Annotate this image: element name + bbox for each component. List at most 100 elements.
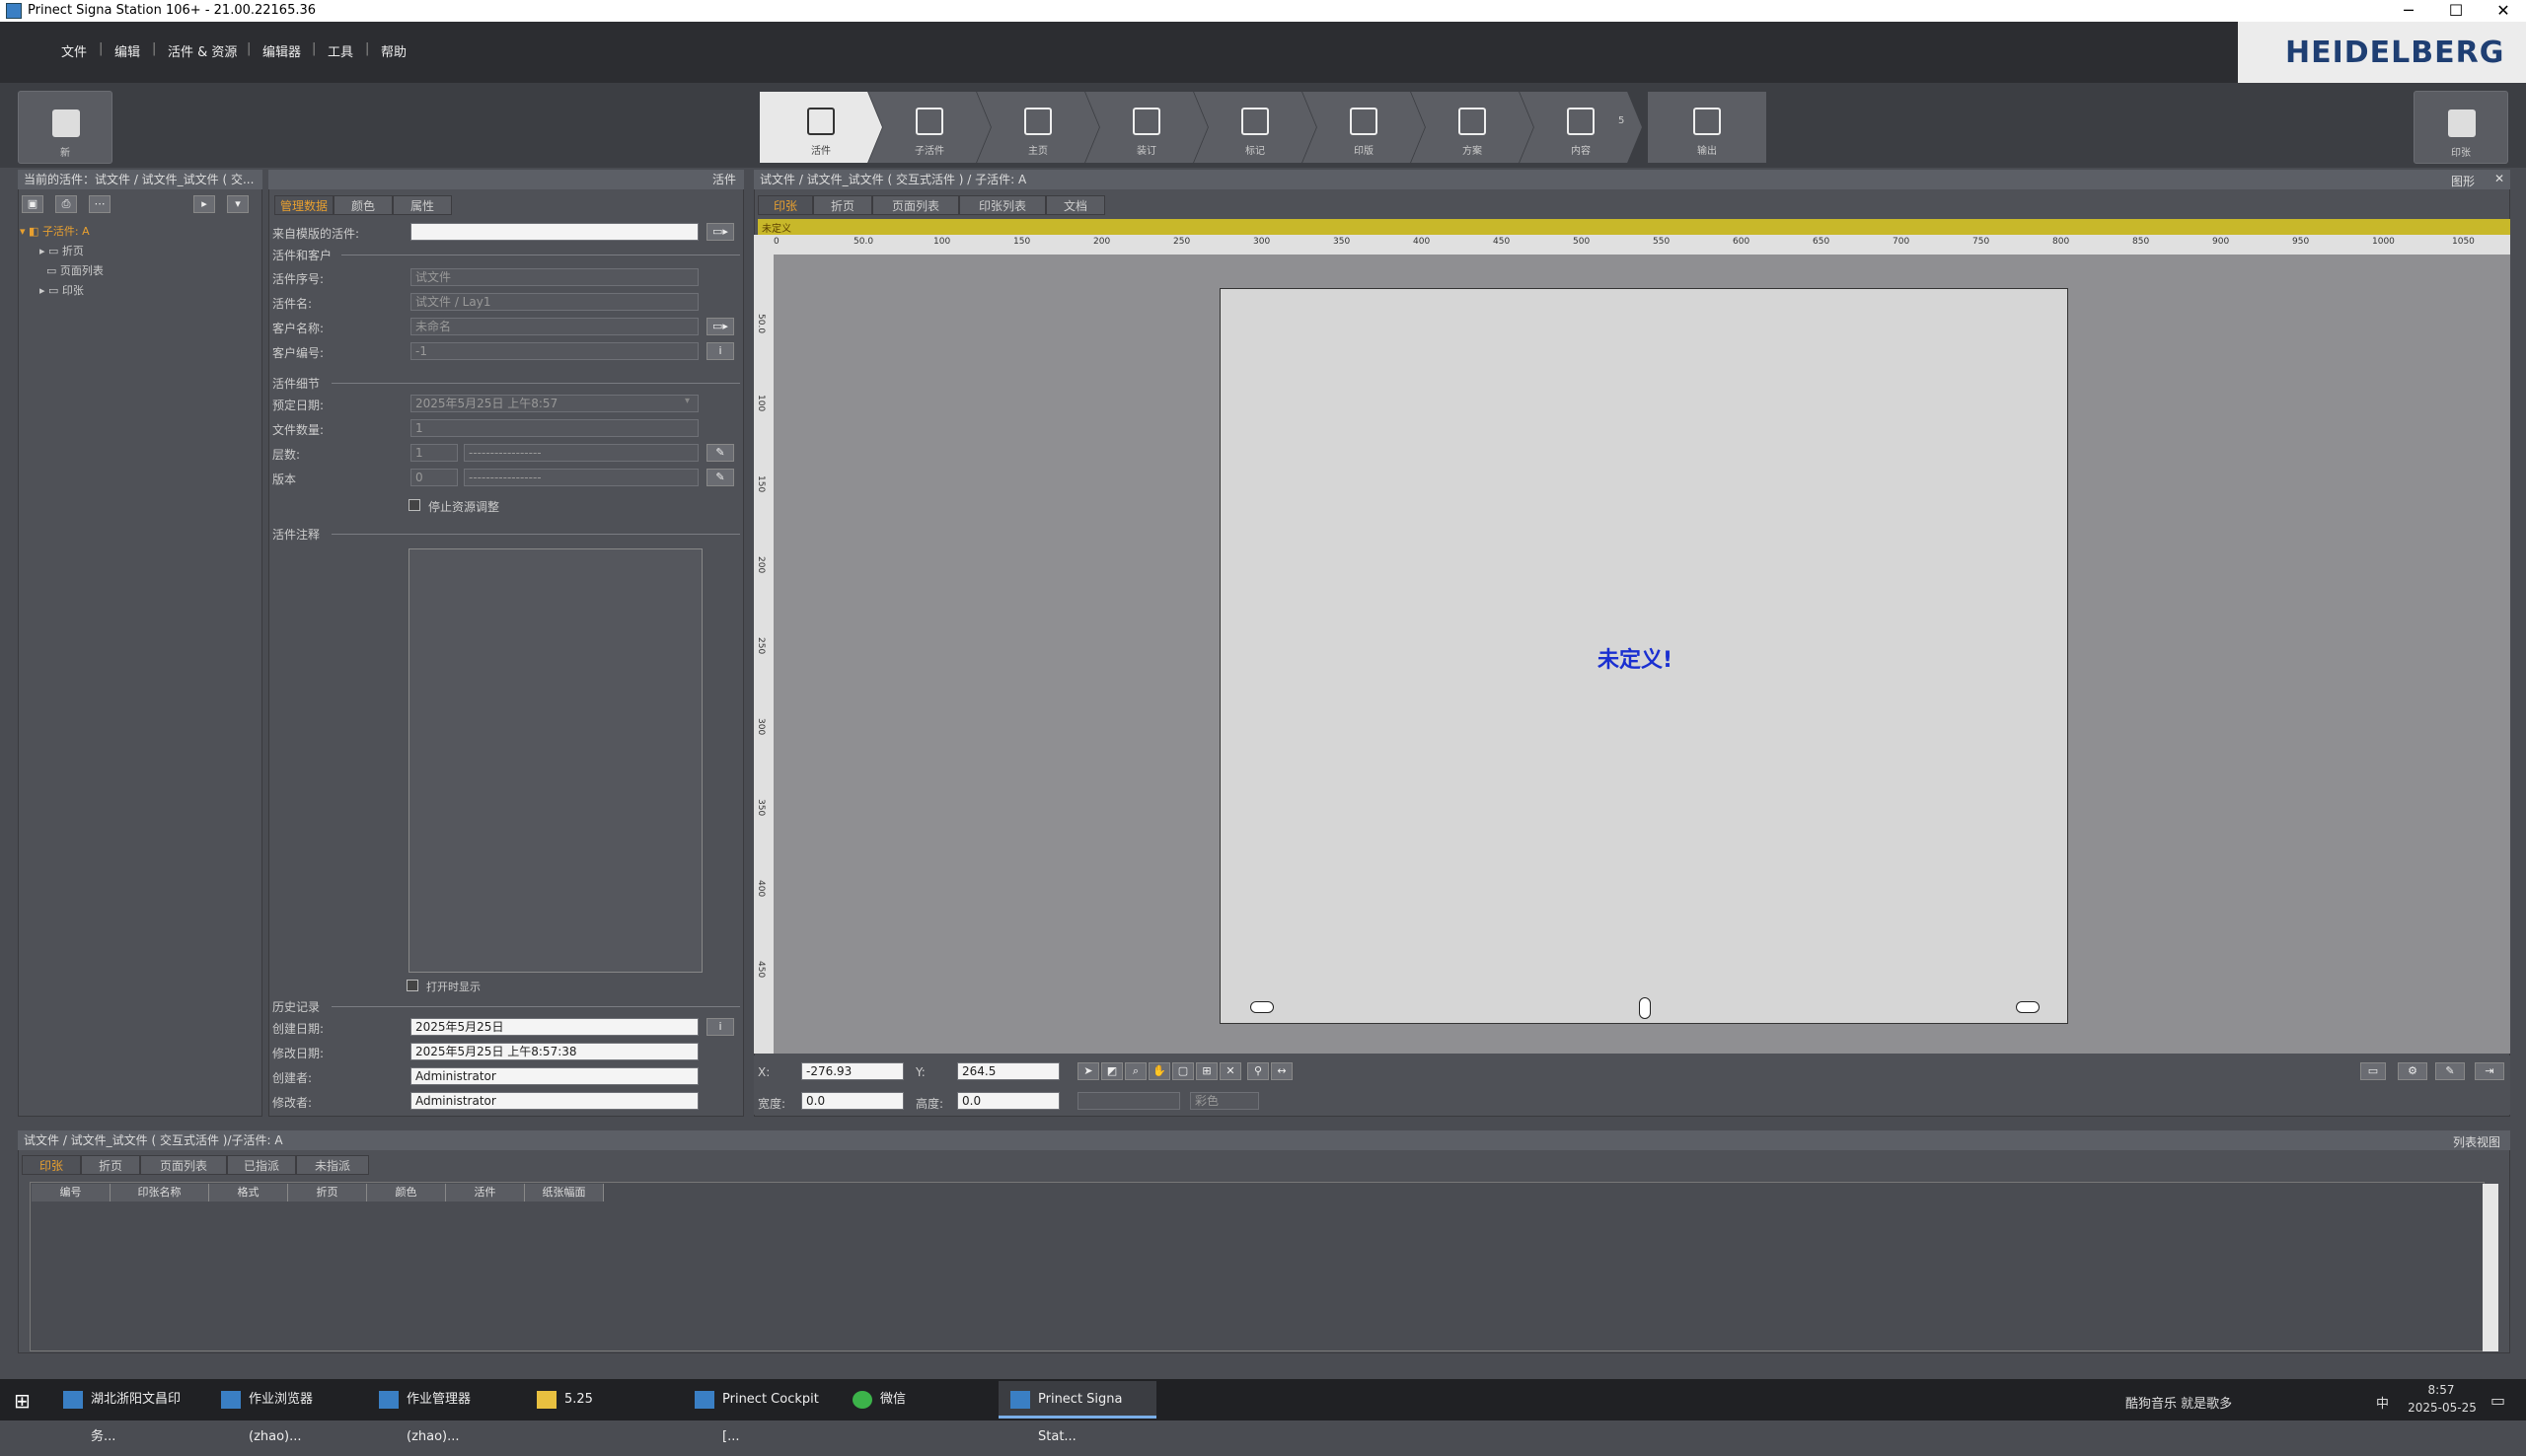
gripper-left-icon[interactable]	[1250, 1001, 1274, 1013]
file-count-field[interactable]: 1	[410, 419, 699, 437]
layers-select[interactable]: -----------------	[464, 444, 699, 462]
workflow-output[interactable]: 输出	[1648, 92, 1766, 163]
select-tool-icon[interactable]: ◩	[1101, 1062, 1123, 1080]
menu-jobs-resources[interactable]: 活件 & 资源	[168, 41, 237, 60]
tab-document[interactable]: 文档	[1046, 195, 1105, 215]
col-folding[interactable]: 折页	[288, 1184, 367, 1201]
due-date-field[interactable]: 2025年5月25日 上午8:57	[410, 395, 699, 412]
taskbar-item-job-browser[interactable]: 作业浏览器 (zhao)...	[209, 1381, 363, 1444]
layers-edit-icon[interactable]: ✎	[706, 444, 734, 462]
taskbar-item-wechat[interactable]: 微信	[841, 1381, 995, 1419]
print-sheet-button[interactable]: 印张	[2414, 91, 2508, 164]
version-edit-icon[interactable]: ✎	[706, 469, 734, 486]
taskbar-item-folder[interactable]: 5.25	[525, 1381, 679, 1419]
dropdown-icon[interactable]: ▾	[227, 195, 249, 213]
color-mode-select[interactable]: 彩色	[1190, 1092, 1259, 1110]
height-field[interactable]: 0.0	[957, 1092, 1060, 1110]
stop-resource-checkbox[interactable]	[409, 499, 420, 511]
job-name-field[interactable]: 试文件 / Lay1	[410, 293, 699, 311]
col-sheet-name[interactable]: 印张名称	[111, 1184, 209, 1201]
save-icon[interactable]: ▣	[22, 195, 43, 213]
gripper-center-icon[interactable]	[1639, 997, 1651, 1019]
tab-list-assigned[interactable]: 已指派	[227, 1155, 296, 1175]
workflow-binding[interactable]: 装订	[1085, 92, 1208, 163]
fit-tool-icon[interactable]: ⊞	[1196, 1062, 1218, 1080]
x-coordinate-field[interactable]: -276.93	[801, 1062, 904, 1080]
tab-admin-data[interactable]: 管理数据	[274, 195, 334, 215]
taskbar-item-signa[interactable]: Prinect Signa Stat...	[999, 1381, 1156, 1444]
tree-item-page-list[interactable]: ▭ 页面列表	[39, 262, 104, 278]
settings-icon[interactable]: ⚙	[2398, 1062, 2427, 1080]
zoom-tool-icon[interactable]: ⌕	[1125, 1062, 1147, 1080]
col-color[interactable]: 颜色	[367, 1184, 446, 1201]
layers-field[interactable]: 1	[410, 444, 458, 462]
graphic-close-icon[interactable]: ✕	[2494, 172, 2504, 185]
version-field[interactable]: 0	[410, 469, 458, 486]
edit-icon[interactable]: ✎	[2435, 1062, 2465, 1080]
info-icon[interactable]: i	[706, 342, 734, 360]
tab-page-list[interactable]: 页面列表	[872, 195, 959, 215]
width-field[interactable]: 0.0	[801, 1092, 904, 1110]
customer-number-field[interactable]: -1	[410, 342, 699, 360]
tab-list-sheet[interactable]: 印张	[22, 1155, 81, 1175]
sheet-preview[interactable]: 未定义!	[1220, 288, 2068, 1024]
print-icon[interactable]: ⎙	[55, 195, 77, 213]
col-number[interactable]: 编号	[32, 1184, 111, 1201]
workflow-plate[interactable]: 印版	[1302, 92, 1425, 163]
customer-name-field[interactable]: 未命名	[410, 318, 699, 335]
hand-tool-icon[interactable]: ✋	[1149, 1062, 1170, 1080]
ime-indicator[interactable]: 中	[2376, 1393, 2389, 1412]
notification-icon[interactable]: ▭	[2490, 1391, 2505, 1410]
col-job[interactable]: 活件	[446, 1184, 525, 1201]
tree-item-folding[interactable]: ▸ ▭ 折页	[39, 243, 84, 258]
tab-colors[interactable]: 颜色	[334, 195, 393, 215]
gripper-right-icon[interactable]	[2016, 1001, 2040, 1013]
forward-icon[interactable]: ▸	[193, 195, 215, 213]
menu-file[interactable]: 文件	[61, 41, 87, 60]
version-select[interactable]: -----------------	[464, 469, 699, 486]
tree-root[interactable]: ▾ ◧ 子活件: A	[20, 223, 90, 239]
tab-properties[interactable]: 属性	[393, 195, 452, 215]
workflow-subjob[interactable]: 子活件	[868, 92, 991, 163]
minimize-button[interactable]: ─	[2386, 0, 2431, 22]
view-toggle-icon[interactable]: ▭	[2360, 1062, 2386, 1080]
due-date-dropdown-icon[interactable]: ▾	[685, 396, 690, 406]
tab-sheet[interactable]: 印张	[758, 195, 813, 215]
history-info-icon[interactable]: i	[706, 1018, 734, 1036]
template-browse-icon[interactable]: ▭▸	[706, 223, 734, 241]
workflow-content[interactable]: 5 内容	[1520, 92, 1642, 163]
clock-time[interactable]: 8:57	[2412, 1383, 2471, 1397]
menu-tools[interactable]: 工具	[328, 41, 353, 60]
taskbar-item-erp[interactable]: 湖北浙阳文昌印务...	[51, 1381, 205, 1444]
tree-item-sheet[interactable]: ▸ ▭ 印张	[39, 282, 84, 298]
workflow-marks[interactable]: 标记	[1194, 92, 1316, 163]
new-button[interactable]: 新	[18, 91, 112, 164]
table-scrollbar[interactable]	[2483, 1184, 2498, 1351]
more-icon[interactable]: ⋯	[89, 195, 111, 213]
tab-sheet-list[interactable]: 印张列表	[959, 195, 1046, 215]
frame-tool-icon[interactable]: ▢	[1172, 1062, 1194, 1080]
template-field[interactable]	[410, 223, 699, 241]
workflow-scheme[interactable]: 方案	[1411, 92, 1533, 163]
taskbar-item-job-manager[interactable]: 作业管理器 (zhao)...	[367, 1381, 521, 1444]
job-notes-textarea[interactable]	[409, 548, 703, 973]
col-paper-size[interactable]: 纸张幅面	[525, 1184, 604, 1201]
y-coordinate-field[interactable]: 264.5	[957, 1062, 1060, 1080]
tab-list-page-list[interactable]: 页面列表	[140, 1155, 227, 1175]
taskbar-item-cockpit[interactable]: Prinect Cockpit [...	[683, 1381, 837, 1444]
workflow-job[interactable]: 活件	[760, 92, 882, 163]
menu-help[interactable]: 帮助	[381, 41, 407, 60]
tray-media-text[interactable]: 酷狗音乐 就是歌多	[2125, 1393, 2232, 1412]
close-button[interactable]: ✕	[2481, 0, 2526, 22]
windows-start-icon[interactable]: ⊞	[14, 1389, 31, 1413]
pointer-tool-icon[interactable]: ➤	[1077, 1062, 1099, 1080]
clock-date[interactable]: 2025-05-25	[2398, 1401, 2487, 1415]
cross-tool-icon[interactable]: ✕	[1220, 1062, 1241, 1080]
menu-edit[interactable]: 编辑	[114, 41, 140, 60]
tab-list-unassigned[interactable]: 未指派	[296, 1155, 369, 1175]
tab-list-folding[interactable]: 折页	[81, 1155, 140, 1175]
customer-browse-icon[interactable]: ▭▸	[706, 318, 734, 335]
menu-editor[interactable]: 编辑器	[262, 41, 301, 60]
workflow-master-page[interactable]: 主页	[977, 92, 1099, 163]
tab-folding[interactable]: 折页	[813, 195, 872, 215]
